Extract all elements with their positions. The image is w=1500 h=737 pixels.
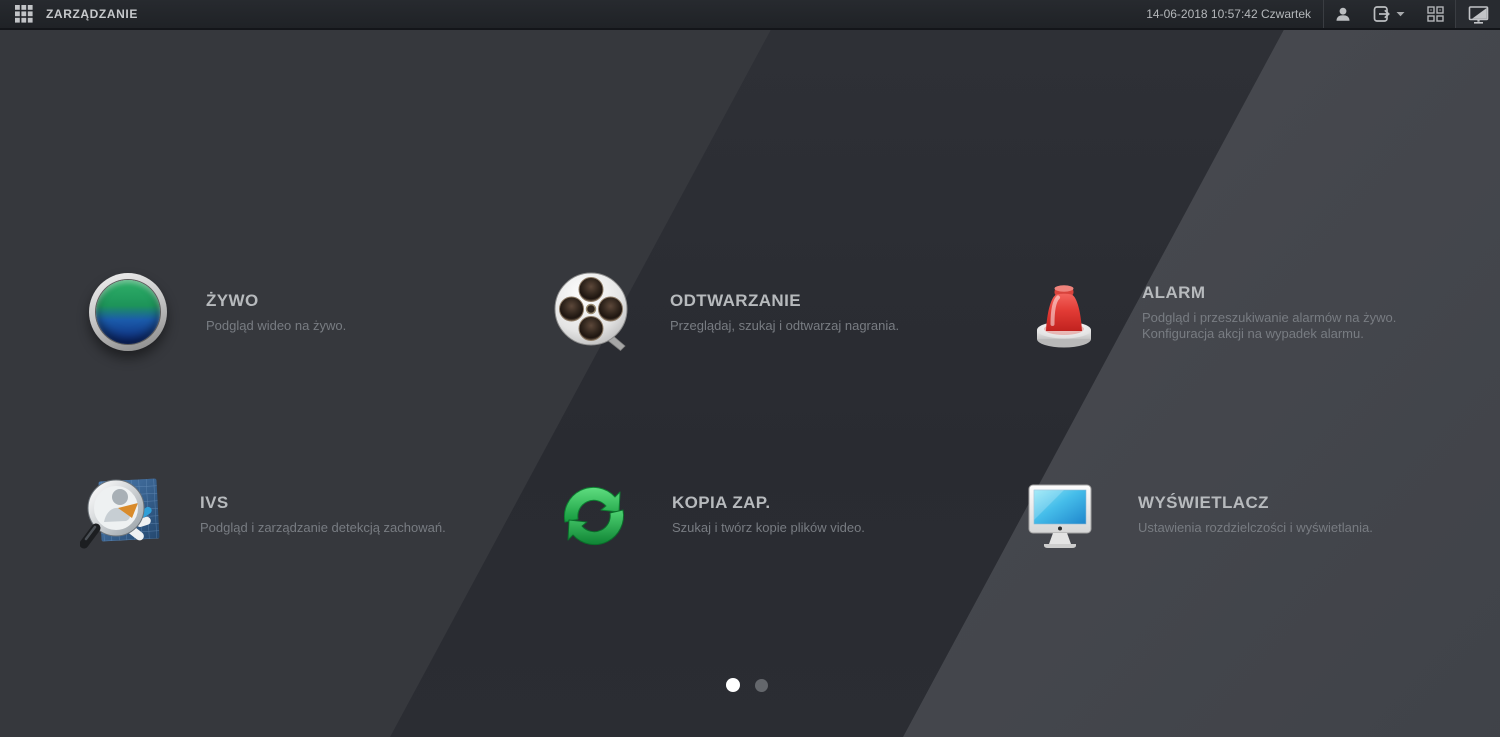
menu-item-description: Ustawienia rozdzielczości i wyświetlania… xyxy=(1138,520,1373,536)
menu-item-ivs[interactable]: IVS Podgląd i zarządzanie detekcją zacho… xyxy=(80,470,446,558)
menu-item-title: ŻYWO xyxy=(206,291,346,311)
page-dot-2[interactable] xyxy=(755,679,768,692)
datetime-display: 14-06-2018 10:57:42 Czwartek xyxy=(1146,7,1323,21)
device-matrix-icon xyxy=(1427,6,1444,22)
logout-icon xyxy=(1373,5,1392,23)
page-title: ZARZĄDZANIE xyxy=(46,7,138,21)
sync-arrows-icon xyxy=(552,472,636,556)
live-button-icon xyxy=(86,270,170,354)
siren-icon xyxy=(1022,270,1106,354)
menu-item-wyswietlacz[interactable]: WYŚWIETLACZ Ustawienia rozdzielczości i … xyxy=(1018,470,1373,558)
menu-item-title: KOPIA ZAP. xyxy=(672,493,865,513)
title-bar: ZARZĄDZANIE 14-06-2018 10:57:42 Czwartek xyxy=(0,0,1500,30)
menu-item-kopia-zap[interactable]: KOPIA ZAP. Szukaj i twórz kopie plików v… xyxy=(552,470,865,558)
menu-item-description-line2: Konfiguracja akcji na wypadek alarmu. xyxy=(1142,326,1396,342)
page-dot-1[interactable] xyxy=(726,678,740,692)
chevron-down-icon xyxy=(1396,11,1405,17)
grid-menu-icon[interactable] xyxy=(15,5,33,23)
display-output-button[interactable] xyxy=(1456,0,1500,28)
menu-item-zywo[interactable]: ŻYWO Podgląd wideo na żywo. xyxy=(86,268,346,356)
user-button[interactable] xyxy=(1324,0,1362,28)
menu-item-description: Podgląd wideo na żywo. xyxy=(206,318,346,334)
monitor-icon xyxy=(1018,472,1102,556)
menu-item-title: WYŚWIETLACZ xyxy=(1138,493,1373,513)
user-icon xyxy=(1335,6,1351,23)
logout-button[interactable] xyxy=(1362,0,1416,28)
display-split-icon xyxy=(1468,5,1489,24)
menu-item-odtwarzanie[interactable]: ODTWARZANIE Przeglądaj, szukaj i odtwarz… xyxy=(550,268,899,356)
menu-item-title: IVS xyxy=(200,493,446,513)
device-matrix-button[interactable] xyxy=(1416,0,1455,28)
menu-item-description: Szukaj i twórz kopie plików video. xyxy=(672,520,865,536)
menu-item-alarm[interactable]: ALARM Podgląd i przeszukiwanie alarmów n… xyxy=(1022,268,1396,356)
menu-item-description: Podgląd i przeszukiwanie alarmów na żywo… xyxy=(1142,310,1396,326)
menu-item-title: ODTWARZANIE xyxy=(670,291,899,311)
main-menu-desktop: ŻYWO Podgląd wideo na żywo. xyxy=(0,30,1500,737)
menu-item-title: ALARM xyxy=(1142,283,1396,303)
menu-item-description: Przeglądaj, szukaj i odtwarzaj nagrania. xyxy=(670,318,899,334)
magnifier-detection-icon xyxy=(80,472,164,556)
film-reel-icon xyxy=(550,270,634,354)
pagination xyxy=(726,678,768,692)
menu-item-description: Podgląd i zarządzanie detekcją zachowań. xyxy=(200,520,446,536)
